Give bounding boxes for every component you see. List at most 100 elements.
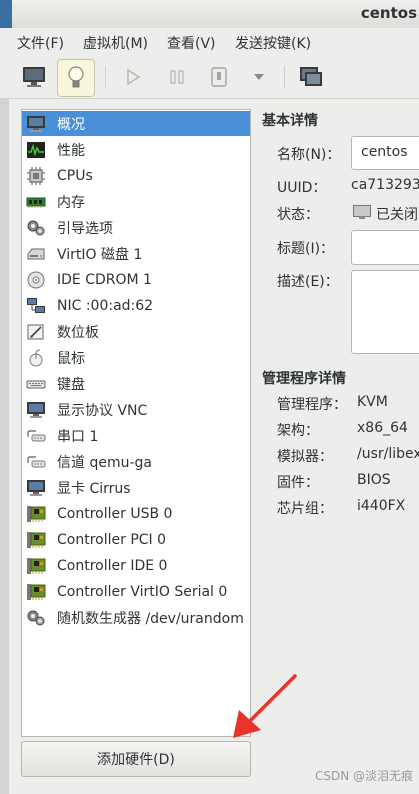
hardware-item[interactable]: 随机数生成器 /dev/urandom (22, 605, 250, 630)
state-label: 状态： (277, 207, 319, 223)
name-input[interactable]: centos (351, 136, 419, 170)
menu-send-key[interactable]: 发送按键(K) (235, 33, 311, 53)
controller-icon (26, 583, 46, 601)
hardware-item-label: 引导选项 (57, 220, 113, 237)
title-label: 标题(I)： (277, 241, 335, 257)
hardware-item-label: 键盘 (57, 376, 85, 393)
controller-icon (26, 531, 46, 549)
state-value: 已关闭 (376, 207, 418, 223)
emulator-value: /usr/libex (357, 446, 419, 462)
name-label: 名称(N)： (277, 147, 341, 163)
background-window-strip (0, 0, 12, 28)
video-icon (26, 479, 46, 497)
hardware-item-label: VirtIO 磁盘 1 (57, 246, 143, 263)
uuid-value: ca713293- (351, 177, 419, 193)
hardware-item[interactable]: 鼠标 (22, 345, 250, 370)
hardware-item[interactable]: IDE CDROM 1 (22, 267, 250, 292)
hardware-item-label: 概况 (57, 116, 85, 133)
dropdown-icon (254, 74, 264, 80)
hardware-item-label: NIC :00:ad:62 (57, 297, 154, 314)
menu-view[interactable]: 查看(V) (167, 33, 216, 53)
pause-icon (170, 70, 184, 84)
emulator-label: 模拟器： (277, 449, 333, 465)
display-icon (26, 401, 46, 419)
cdrom-icon (26, 271, 46, 289)
hardware-item-label: Controller VirtIO Serial 0 (57, 583, 228, 600)
hardware-item[interactable]: 显示协议 VNC (22, 397, 250, 422)
description-textarea[interactable] (351, 270, 419, 354)
menubar: 文件(F) 虚拟机(M) 查看(V) 发送按键(K) (0, 28, 419, 56)
menu-vm[interactable]: 虚拟机(M) (83, 33, 148, 53)
hypervisor-details-title: 管理程序详情 (262, 371, 346, 387)
window-titlebar[interactable]: centos (0, 0, 419, 29)
hardware-item[interactable]: 数位板 (22, 319, 250, 344)
monitor-icon (23, 67, 45, 87)
hardware-item[interactable]: 信道 qemu-ga (22, 449, 250, 474)
console-button[interactable] (17, 60, 51, 94)
firmware-value: BIOS (357, 472, 391, 488)
shutdown-menu-button[interactable] (242, 60, 276, 94)
hardware-item-label: CPUs (57, 167, 93, 184)
hardware-item-label: Controller IDE 0 (57, 557, 168, 574)
toolbar (0, 56, 419, 99)
boot-gear-icon (26, 219, 46, 237)
title-input[interactable] (351, 230, 419, 265)
hardware-item-label: 内存 (57, 194, 85, 211)
tablet-icon (26, 323, 46, 341)
menu-file[interactable]: 文件(F) (17, 33, 64, 53)
add-hardware-button[interactable]: 添加硬件(D) (21, 741, 251, 777)
hardware-item[interactable]: NIC :00:ad:62 (22, 293, 250, 318)
pause-button[interactable] (160, 60, 194, 94)
hardware-item-label: Controller USB 0 (57, 505, 173, 522)
description-label: 描述(E)： (277, 274, 339, 290)
details-button[interactable] (57, 59, 95, 97)
hardware-item[interactable]: Controller USB 0 (22, 501, 250, 526)
hardware-item[interactable]: Controller VirtIO Serial 0 (22, 579, 250, 604)
hardware-item[interactable]: 性能 (22, 137, 250, 162)
hardware-item[interactable]: 概况 (22, 111, 250, 136)
hypervisor-value: KVM (357, 394, 388, 410)
hardware-item-label: 鼠标 (57, 350, 85, 367)
hardware-item-label: 性能 (57, 142, 85, 159)
serial-icon (26, 427, 46, 445)
memory-icon (26, 193, 46, 211)
hardware-item-label: 显示协议 VNC (57, 402, 148, 419)
arch-value: x86_64 (357, 420, 408, 436)
mouse-icon (26, 349, 46, 367)
toolbar-separator (284, 66, 285, 88)
keyboard-icon (26, 375, 46, 393)
hardware-item-label: 显卡 Cirrus (57, 480, 131, 497)
hardware-item[interactable]: 键盘 (22, 371, 250, 396)
hardware-item[interactable]: Controller IDE 0 (22, 553, 250, 578)
run-button[interactable] (116, 60, 150, 94)
shutdown-button[interactable] (202, 60, 236, 94)
hardware-item[interactable]: CPUs (22, 163, 250, 188)
hardware-item[interactable]: 引导选项 (22, 215, 250, 240)
hardware-item[interactable]: 内存 (22, 189, 250, 214)
hardware-item[interactable]: VirtIO 磁盘 1 (22, 241, 250, 266)
fullscreen-button[interactable] (294, 60, 328, 94)
power-icon (211, 67, 227, 87)
arch-label: 架构： (277, 423, 319, 439)
overview-icon (26, 115, 46, 133)
hardware-item-label: 数位板 (57, 324, 99, 341)
performance-icon (26, 141, 46, 159)
vm-state-icon (353, 205, 371, 224)
controller-icon (26, 505, 46, 523)
hardware-list[interactable]: 概况性能 CPUs 内存引导选项 VirtIO 磁盘 1 IDE CDROM 1 NIC … (21, 109, 251, 737)
hardware-item-label: 随机数生成器 /dev/urandom (57, 610, 244, 627)
hardware-item-label: Controller PCI 0 (57, 531, 167, 548)
hardware-item-label: 串口 1 (57, 428, 99, 445)
hardware-item[interactable]: 串口 1 (22, 423, 250, 448)
hardware-item[interactable]: Controller PCI 0 (22, 527, 250, 552)
toolbar-separator (105, 66, 106, 88)
watermark: CSDN @淡泪无痕 (314, 769, 413, 783)
name-value: centos (361, 144, 408, 160)
disk-icon (26, 245, 46, 263)
hardware-item[interactable]: 显卡 Cirrus (22, 475, 250, 500)
channel-icon (26, 453, 46, 471)
nic-icon (26, 297, 46, 315)
hardware-item-label: IDE CDROM 1 (57, 271, 152, 288)
firmware-label: 固件： (277, 475, 319, 491)
annotation-arrow-icon (233, 674, 297, 738)
